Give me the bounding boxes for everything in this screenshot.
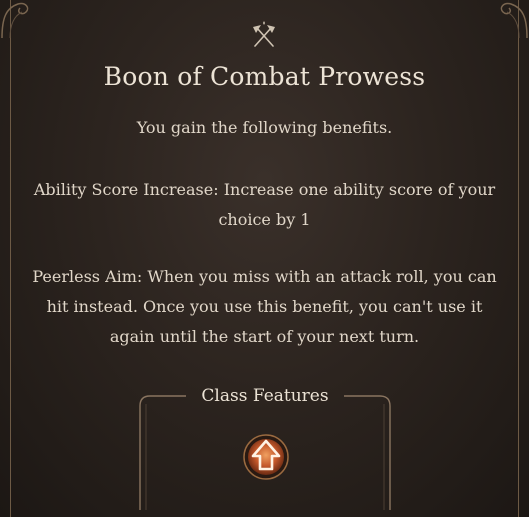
class-features-label: Class Features xyxy=(201,386,329,406)
benefit-ability-score: Ability Score Increase: Increase one abi… xyxy=(33,180,496,229)
tooltip-title: Boon of Combat Prowess xyxy=(103,62,426,91)
corner-ornament-icon xyxy=(500,2,528,39)
crossed-axes-icon xyxy=(253,21,275,47)
corner-ornament-icon xyxy=(1,2,29,39)
class-features-panel: Class Features xyxy=(136,386,394,510)
benefit-peerless-aim: Peerless Aim: When you miss with an atta… xyxy=(32,267,497,346)
tooltip-subtitle: You gain the following benefits. xyxy=(136,118,393,137)
up-arrow-feature-icon[interactable] xyxy=(241,432,291,482)
boon-tooltip: Boon of Combat Prowess You gain the foll… xyxy=(0,0,529,517)
